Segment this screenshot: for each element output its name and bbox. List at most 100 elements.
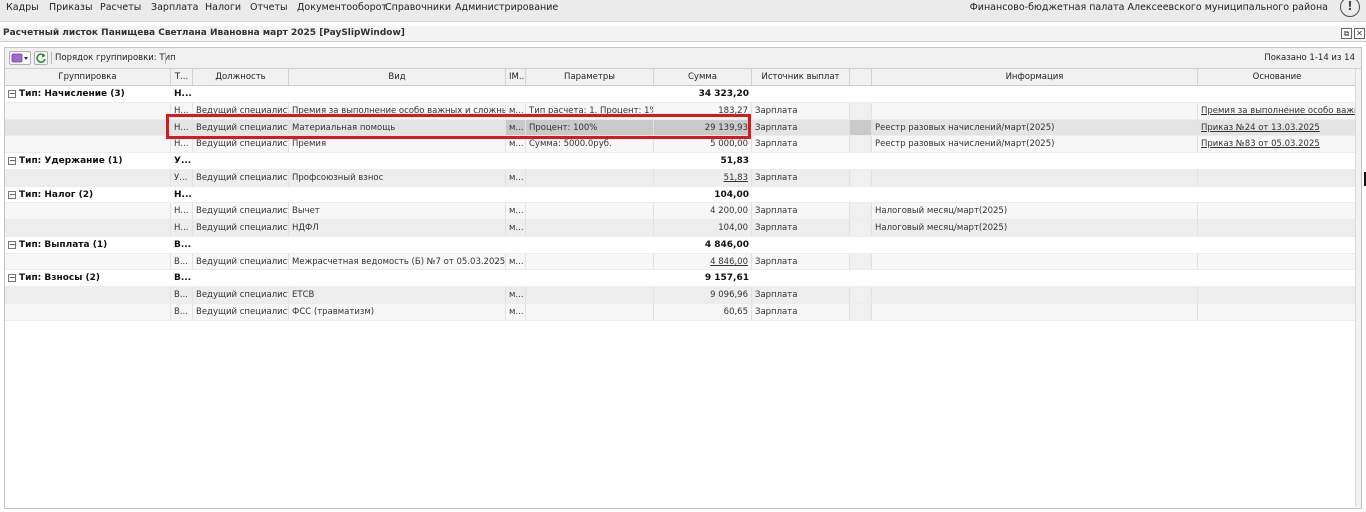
group-title: Тип: Взносы (2) [19, 273, 100, 284]
group-title: Тип: Выплата (1) [19, 239, 108, 250]
cell-pos: Ведущий специалист [193, 287, 289, 303]
cell-sum: 104,00 [654, 220, 752, 236]
column-header-parameters[interactable]: Параметры [526, 69, 654, 85]
table-row[interactable]: У... Ведущий специалист Профсоюзный взнос м… [5, 169, 1357, 187]
column-header-kind[interactable]: Вид [289, 69, 506, 85]
menu-item-spravochniki[interactable]: Справочники [385, 0, 451, 22]
menu-item-kadry[interactable]: Кадры [6, 0, 39, 22]
collapse-group-icon[interactable]: − [8, 240, 16, 249]
cell-grp [5, 303, 171, 320]
cell-im: м... [506, 102, 526, 119]
table-row[interactable]: Н... Ведущий специалист Материальная помощ… [5, 119, 1357, 137]
cell-pos: Ведущий специалист [193, 220, 289, 236]
cell-info: Реестр разовых начислений/март(2025) [872, 136, 1198, 152]
table-row[interactable]: Н... Ведущий специалист Премия м... Сумма: 5… [5, 136, 1357, 153]
cell-source: Зарплата [752, 287, 850, 303]
cell-info: Реестр разовых начислений/март(2025) [872, 119, 1198, 136]
grid-toolbar: Порядок группировки: Тип Показано 1-14 и… [5, 48, 1361, 69]
cell-pos: Ведущий специалист [193, 102, 289, 119]
cell-grp [5, 220, 171, 236]
collapse-group-icon[interactable]: − [8, 90, 16, 98]
table-row[interactable]: В... Ведущий специалист ЕТСВ м... 9 096,96 За… [5, 287, 1357, 304]
cell-info [872, 287, 1198, 303]
cell-source: Зарплата [752, 169, 850, 186]
cell-vid: ФСС (травматизм) [289, 303, 506, 320]
group-type: Н... [174, 189, 192, 200]
menu-item-administrirovanie[interactable]: Администрирование [455, 0, 558, 22]
group-label: − Тип: Взносы (2) [5, 270, 171, 286]
window-close-icon[interactable]: ✕ [1354, 28, 1365, 39]
cell-sum: 60,65 [654, 303, 752, 320]
cell-im: м... [506, 119, 526, 136]
column-header-grouping[interactable]: Группировка [5, 69, 171, 85]
cell-grp [5, 253, 171, 270]
column-header-type[interactable]: Т... [171, 69, 193, 85]
cell-t: В... [171, 287, 193, 303]
notification-alert-icon[interactable]: ! [1340, 0, 1360, 17]
group-row[interactable]: − Тип: Начисление (3) Н... 34 323,20 [5, 86, 1357, 103]
cell-pos: Ведущий специалист [193, 303, 289, 320]
cell-sum: 9 096,96 [654, 287, 752, 303]
cell-info [872, 303, 1198, 320]
cell-params [526, 203, 654, 219]
group-title: Тип: Удержание (1) [19, 156, 123, 166]
cell-vid: Профсоюзный взнос [289, 169, 506, 186]
basis-link[interactable]: Приказ №83 от 05.03.2025 [1198, 136, 1357, 152]
refresh-button[interactable] [34, 51, 48, 65]
column-header-blank[interactable] [850, 69, 872, 85]
group-row[interactable]: − Тип: Налог (2) Н... 104,00 [5, 187, 1357, 204]
cell-im: м... [506, 169, 526, 186]
column-header-position[interactable]: Должность [193, 69, 289, 85]
column-header-basis[interactable]: Основание [1198, 69, 1357, 85]
menu-item-nalogi[interactable]: Налоги [205, 0, 241, 22]
cell-basis [1198, 253, 1357, 270]
cell-info [872, 169, 1198, 186]
group-title: Тип: Начисление (3) [19, 89, 125, 99]
cell-source: Зарплата [752, 102, 850, 119]
column-header-source[interactable]: Источник выплат [752, 69, 850, 85]
collapse-group-icon[interactable]: − [8, 190, 16, 199]
collapse-group-icon[interactable]: − [8, 157, 16, 165]
table-row[interactable]: В... Ведущий специалист ФСС (травматизм) м.… [5, 303, 1357, 321]
group-type: Н... [174, 89, 192, 99]
basis-link[interactable]: Премия за выполнение особо важн... [1198, 102, 1357, 119]
cell-grp [5, 136, 171, 152]
menu-item-zarplata[interactable]: Зарплата [151, 0, 198, 22]
table-row[interactable]: Н... Ведущий специалист НДФЛ м... 104,00 Зарп… [5, 220, 1357, 237]
grouping-menu-button[interactable] [9, 51, 31, 65]
cell-info: Налоговый месяц/март(2025) [872, 203, 1198, 219]
cell-params [526, 303, 654, 320]
table-row[interactable]: В... Ведущий специалист Межрасчетная ведом… [5, 253, 1357, 271]
table-row[interactable]: Н... Ведущий специалист Премия за выполнен… [5, 102, 1357, 120]
group-total-sum: 51,83 [720, 156, 749, 166]
cell-pos: Ведущий специалист [193, 136, 289, 152]
group-row[interactable]: − Тип: Выплата (1) В... 4 846,00 [5, 237, 1357, 254]
basis-link[interactable]: Приказ №24 от 13.03.2025 [1198, 119, 1357, 136]
menu-item-prikazy[interactable]: Приказы [49, 0, 92, 22]
column-header-sum[interactable]: Сумма [654, 69, 752, 85]
menu-item-raschety[interactable]: Расчеты [100, 0, 141, 22]
grid-vertical-scrollbar[interactable] [1355, 69, 1361, 507]
group-total-sum: 4 846,00 [704, 239, 749, 250]
cell-blank [850, 169, 872, 186]
column-header-im[interactable]: IM... [506, 69, 526, 85]
cell-blank [850, 102, 872, 119]
window-restore-icon[interactable]: ⧉ [1341, 28, 1352, 39]
refresh-icon [36, 53, 46, 63]
cell-im: м... [506, 203, 526, 219]
collapse-group-icon[interactable]: − [8, 274, 16, 283]
column-header-information[interactable]: Информация [872, 69, 1198, 85]
group-row[interactable]: − Тип: Взносы (2) В... 9 157,61 [5, 270, 1357, 287]
organization-name: Финансово-бюджетная палата Алексеевского… [969, 2, 1328, 13]
group-row[interactable]: − Тип: Удержание (1) У... 51,83 [5, 153, 1357, 170]
menu-item-dokumentooborot[interactable]: Документооборот [297, 0, 387, 22]
cell-blank [850, 253, 872, 270]
cell-vid: Межрасчетная ведомость (Б) №7 от 05.03.2… [289, 253, 506, 270]
cell-t: Н... [171, 119, 193, 136]
menu-item-otchety[interactable]: Отчеты [250, 0, 288, 22]
sum-link[interactable]: 4 846,00 [654, 253, 752, 270]
table-row[interactable]: Н... Ведущий специалист Вычет м... 4 200,00 З… [5, 203, 1357, 220]
sum-link[interactable]: 51,83 [654, 169, 752, 186]
grid-header: Группировка Т... Должность Вид IM... Пар… [5, 69, 1357, 86]
cell-blank [850, 287, 872, 303]
